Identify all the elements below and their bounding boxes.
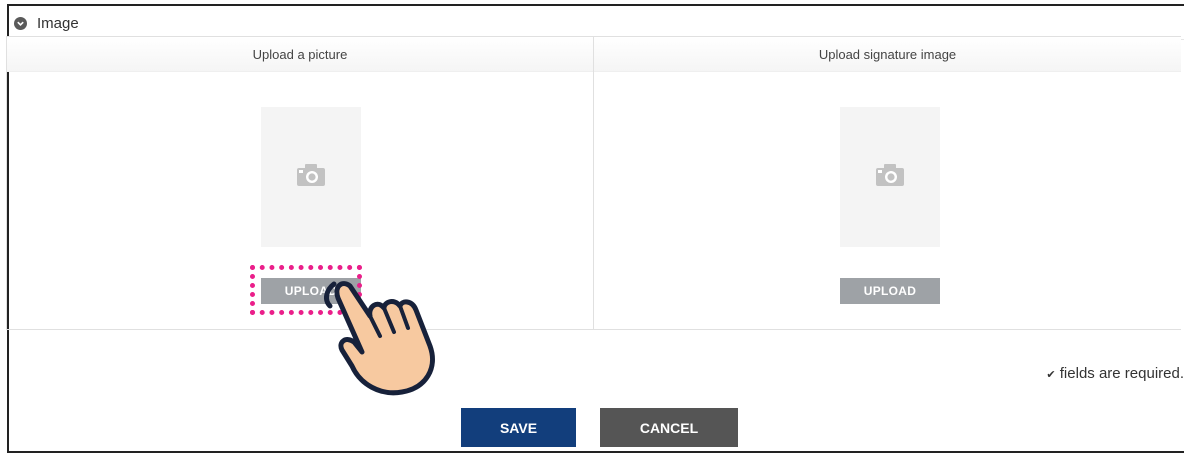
upload-signature-panel: Upload signature image UPLOAD [594, 37, 1181, 329]
required-note: ✔ fields are required. [1046, 365, 1184, 382]
cancel-button[interactable]: CANCEL [600, 408, 738, 447]
required-note-text: fields are required. [1059, 365, 1184, 382]
upload-signature-button[interactable]: UPLOAD [840, 278, 940, 304]
signature-placeholder [840, 107, 940, 247]
panel-title: Upload signature image [594, 37, 1181, 72]
pointing-hand-icon [318, 276, 453, 396]
save-button[interactable]: SAVE [461, 408, 576, 447]
panel-title: Upload a picture [7, 37, 593, 72]
camera-icon [875, 163, 905, 192]
upload-panels: Upload a picture UPLOAD Upload signature… [6, 36, 1181, 330]
checkmark-icon: ✔ [1046, 369, 1056, 381]
section-title: Image [37, 15, 79, 32]
section-header[interactable]: Image [9, 6, 1184, 40]
picture-placeholder [261, 107, 361, 247]
camera-icon [296, 163, 326, 192]
chevron-down-icon[interactable] [14, 17, 27, 30]
